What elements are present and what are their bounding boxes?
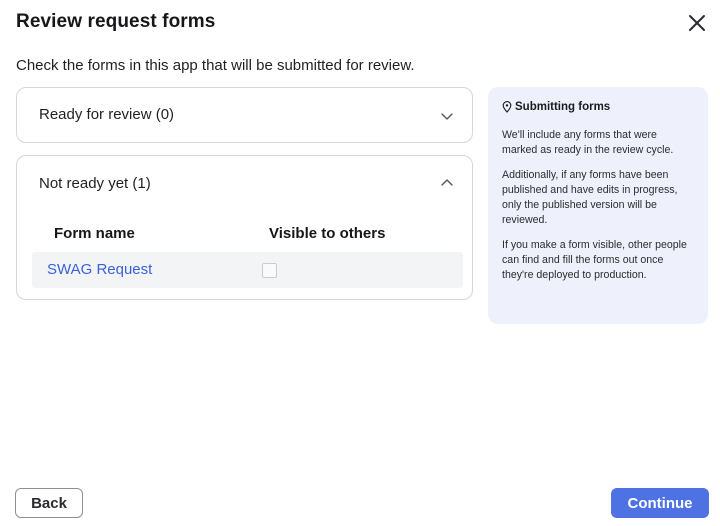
dialog-subtitle: Check the forms in this app that will be… <box>16 57 415 74</box>
column-header-visible: Visible to others <box>269 225 386 242</box>
back-button[interactable]: Back <box>15 488 83 518</box>
chevron-up-icon <box>440 176 454 190</box>
not-ready-title: Not ready yet (1) <box>39 175 151 192</box>
close-icon[interactable] <box>686 12 708 34</box>
ready-for-review-header[interactable]: Ready for review (0) <box>17 88 472 144</box>
location-pin-icon <box>502 101 512 113</box>
dialog-title: Review request forms <box>16 11 216 32</box>
not-ready-panel: Not ready yet (1) Form name Visible to o… <box>16 155 473 300</box>
ready-for-review-panel: Ready for review (0) <box>16 87 473 143</box>
visible-checkbox[interactable] <box>262 263 277 278</box>
info-header: Submitting forms <box>502 101 694 113</box>
table-row: SWAG Request <box>32 252 463 288</box>
info-title: Submitting forms <box>515 101 611 113</box>
form-name-link[interactable]: SWAG Request <box>47 261 152 278</box>
info-panel: Submitting forms We'll include any forms… <box>488 87 708 324</box>
chevron-down-icon <box>440 109 454 123</box>
continue-button[interactable]: Continue <box>611 488 709 518</box>
info-paragraph: We'll include any forms that were marked… <box>502 129 674 156</box>
column-header-form-name: Form name <box>54 225 135 242</box>
info-paragraph: Additionally, if any forms have been pub… <box>502 169 678 226</box>
info-paragraph: If you make a form visible, other people… <box>502 239 687 281</box>
not-ready-header[interactable]: Not ready yet (1) <box>17 156 472 212</box>
ready-for-review-title: Ready for review (0) <box>39 106 175 123</box>
